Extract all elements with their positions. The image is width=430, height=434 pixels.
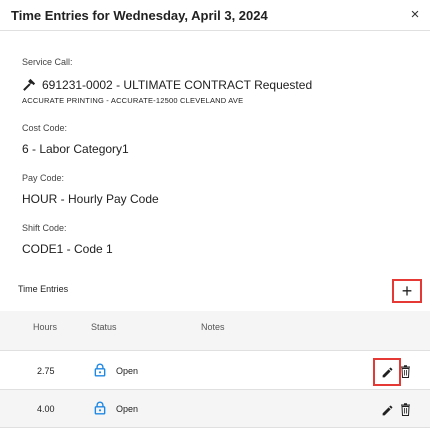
table-row: 2.75 Open <box>0 352 430 390</box>
pencil-icon <box>382 405 392 415</box>
lock-icon <box>94 401 106 415</box>
delete-button[interactable] <box>399 364 411 378</box>
service-call-subtitle: ACCURATE PRINTING - ACCURATE-12500 CLEVE… <box>22 96 244 105</box>
service-call-text: 691231-0002 - ULTIMATE CONTRACT Requeste… <box>42 78 313 92</box>
column-notes: Notes <box>201 322 225 332</box>
edit-button[interactable] <box>373 396 401 424</box>
edit-button[interactable] <box>373 358 401 386</box>
pay-code-value: HOUR - Hourly Pay Code <box>22 192 159 206</box>
column-hours: Hours <box>33 322 58 332</box>
pay-code-label: Pay Code: <box>22 173 65 183</box>
trash-icon <box>400 402 410 416</box>
hammer-icon <box>23 78 36 91</box>
pencil-icon <box>382 367 392 377</box>
hours-cell: 4.00 <box>37 404 55 414</box>
hours-cell: 2.75 <box>37 366 55 376</box>
close-icon[interactable]: × <box>406 6 424 24</box>
delete-button[interactable] <box>399 402 411 416</box>
status-cell: Open <box>116 404 139 414</box>
shift-code-value: CODE1 - Code 1 <box>22 242 113 256</box>
column-status: Status <box>91 322 117 332</box>
cost-code-value: 6 - Labor Category1 <box>22 142 129 156</box>
dialog-title: Time Entries for Wednesday, April 3, 202… <box>11 8 268 23</box>
cost-code-label: Cost Code: <box>22 123 68 133</box>
time-entries-title: Time Entries <box>18 284 69 294</box>
service-call-label: Service Call: <box>22 57 73 67</box>
status-cell: Open <box>116 366 139 376</box>
plus-icon: + <box>401 281 413 301</box>
trash-icon <box>400 364 410 378</box>
shift-code-label: Shift Code: <box>22 223 67 233</box>
lock-icon <box>94 363 106 377</box>
table-row: 4.00 Open <box>0 390 430 428</box>
dialog-header: Time Entries for Wednesday, April 3, 202… <box>0 0 430 31</box>
add-time-entry-button[interactable]: + <box>392 279 422 303</box>
service-call-value: 691231-0002 - ULTIMATE CONTRACT Requeste… <box>22 77 312 93</box>
table-header: Hours Status Notes <box>0 311 430 351</box>
